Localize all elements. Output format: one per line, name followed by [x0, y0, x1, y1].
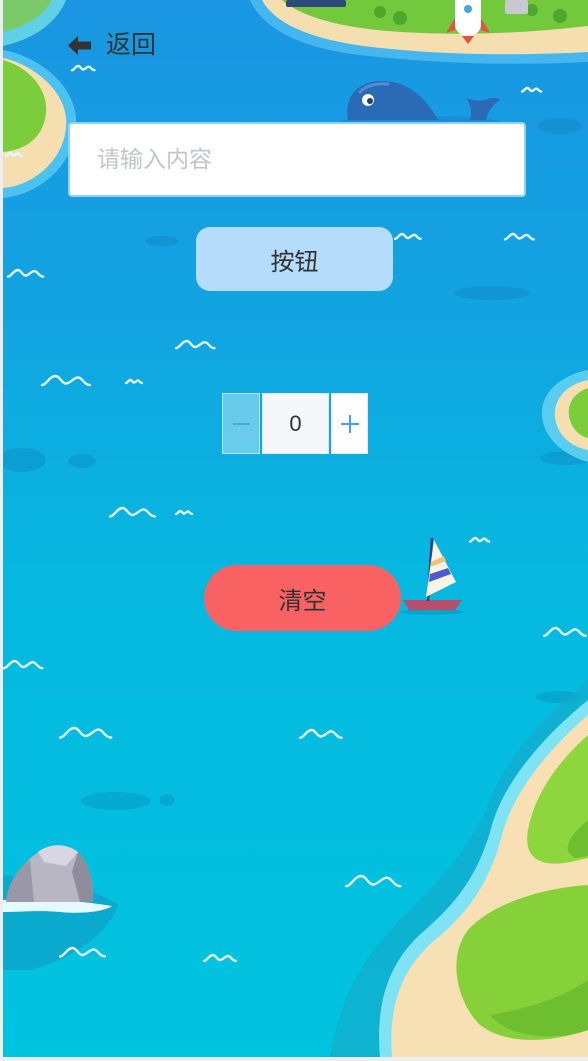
text-input[interactable] — [68, 122, 526, 197]
stepper-value-input[interactable]: 0 — [262, 393, 329, 454]
back-button[interactable]: 返回 — [68, 29, 156, 61]
water-shadow — [538, 118, 582, 134]
back-label: 返回 — [106, 31, 157, 59]
plus-icon — [341, 415, 359, 433]
primary-button[interactable]: 按钮 — [196, 227, 393, 291]
house — [505, 0, 528, 14]
tree — [553, 9, 567, 23]
tree — [374, 6, 386, 18]
water-shadow — [3, 448, 46, 472]
building — [286, 0, 346, 7]
clear-button[interactable]: 清空 — [204, 565, 401, 631]
increment-button[interactable] — [331, 393, 368, 454]
number-stepper: 0 — [222, 393, 368, 454]
minus-icon — [233, 423, 250, 425]
water-shadow — [68, 454, 96, 468]
tree — [393, 11, 407, 25]
arrow-left-icon — [68, 35, 91, 55]
water-shadow — [159, 794, 175, 806]
decrement-button[interactable] — [222, 393, 260, 454]
water-shadow — [454, 286, 530, 300]
water-shadow — [145, 236, 179, 246]
water-shadow — [81, 792, 151, 810]
